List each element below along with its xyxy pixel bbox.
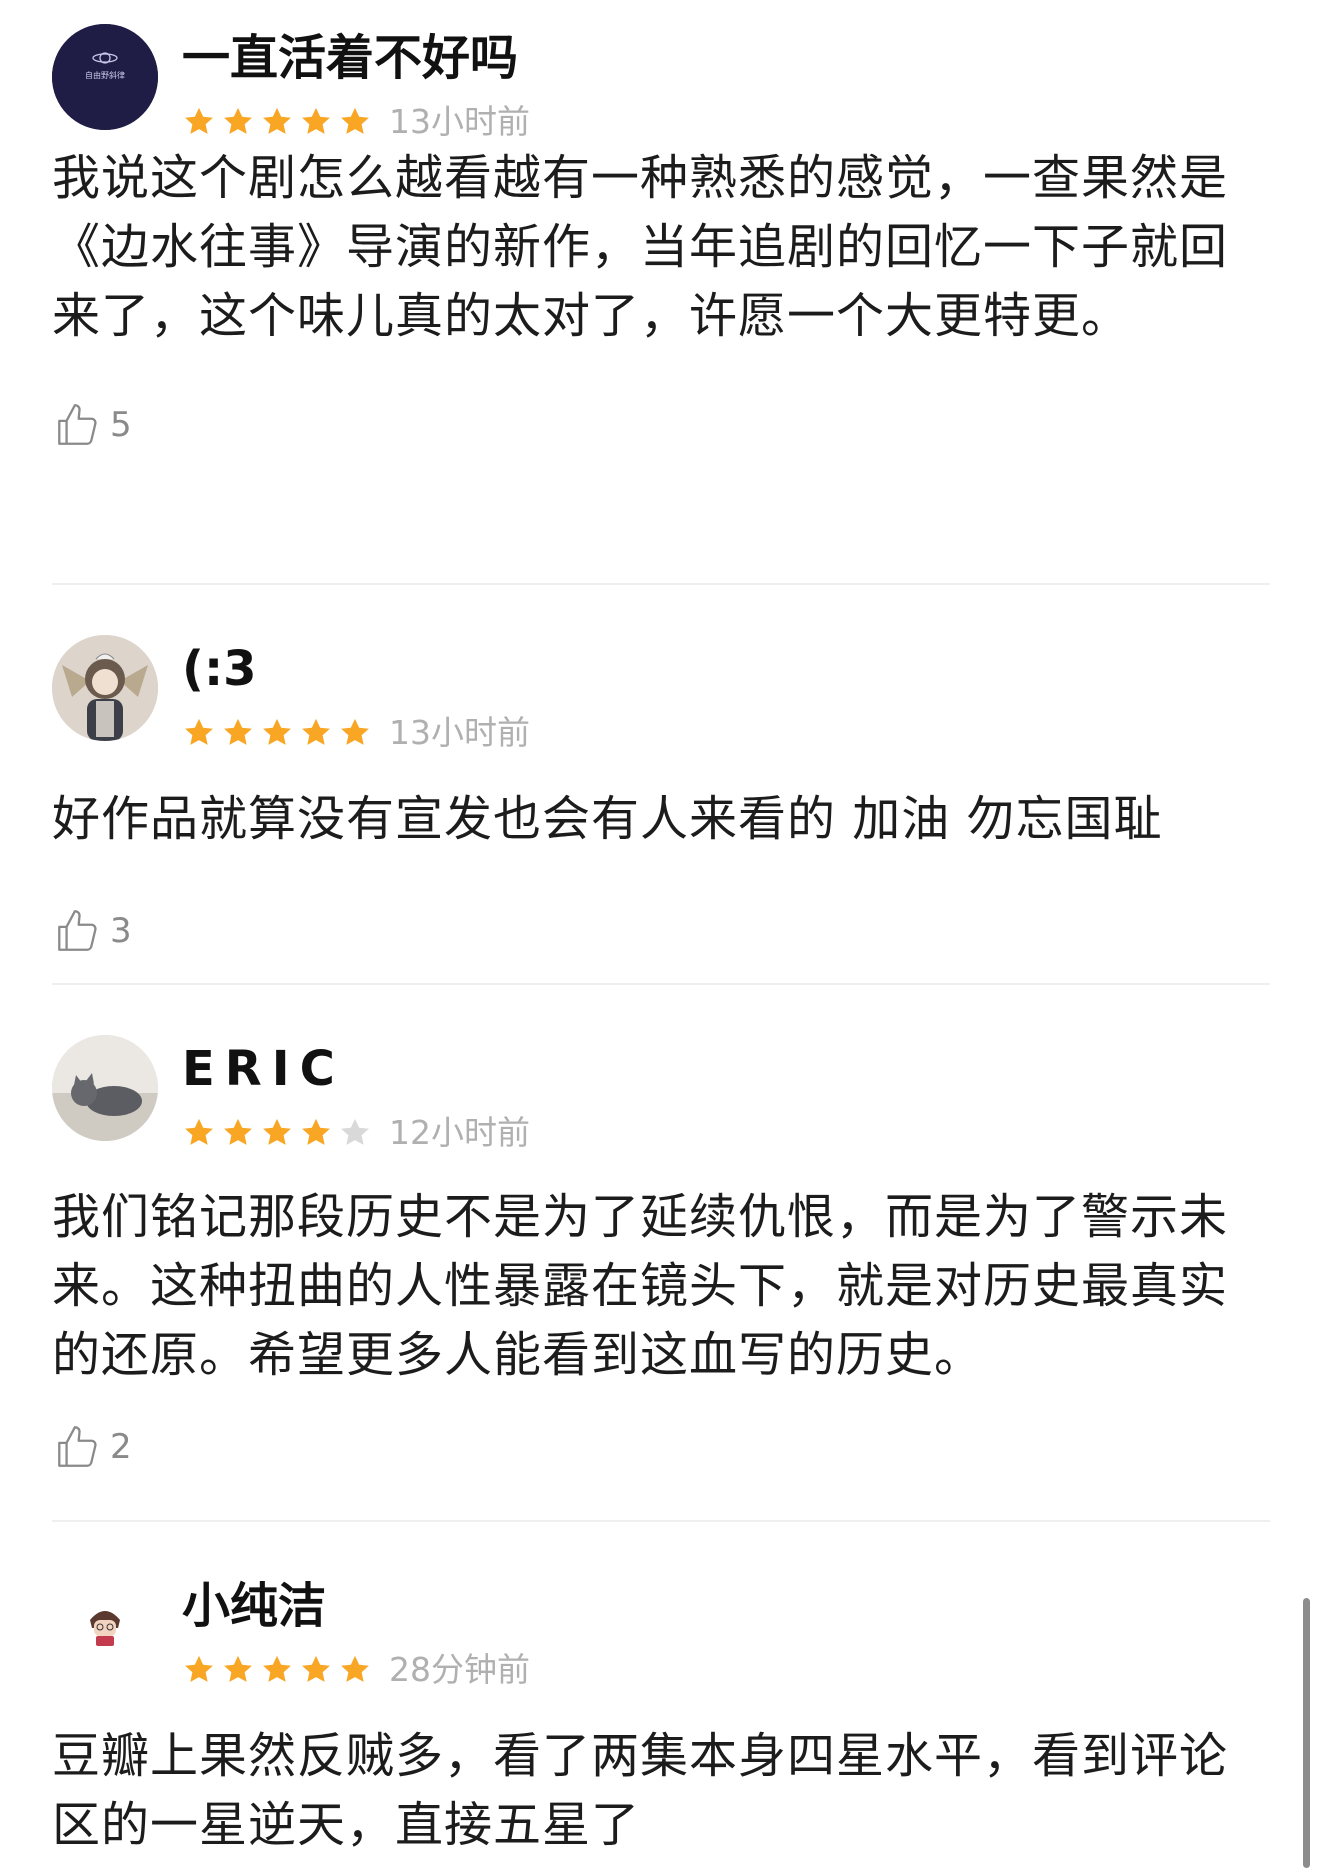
star-icon	[341, 718, 369, 745]
star-icon	[341, 1655, 369, 1682]
like-button[interactable]: 3	[52, 903, 132, 959]
like-count: 3	[110, 911, 132, 951]
star-rating	[182, 716, 377, 750]
thumbs-up-icon	[58, 404, 97, 445]
review-meta: 28分钟前	[182, 1650, 530, 1690]
divider	[52, 583, 1270, 585]
star-rating	[182, 1116, 377, 1150]
review-meta: 13小时前	[182, 102, 530, 142]
illustrated-girl-avatar-icon	[52, 635, 158, 741]
star-icon	[263, 107, 291, 134]
thumbs-up-icon	[58, 910, 97, 951]
avatar[interactable]	[52, 1572, 158, 1678]
username[interactable]: 一直活着不好吗	[182, 30, 518, 86]
username[interactable]: (:3	[182, 641, 257, 697]
star-empty-icon	[341, 1118, 369, 1145]
grey-cat-avatar-icon	[52, 1035, 158, 1141]
timestamp: 13小时前	[389, 713, 530, 752]
star-icon	[263, 718, 291, 745]
star-icon	[263, 1655, 291, 1682]
avatar[interactable]: 自由野斜律	[52, 24, 158, 130]
star-icon	[302, 1118, 330, 1145]
like-count: 2	[110, 1427, 132, 1467]
divider	[52, 1520, 1270, 1522]
avatar[interactable]	[52, 1035, 158, 1141]
scrollbar[interactable]	[1303, 1598, 1310, 1868]
timestamp: 12小时前	[389, 1113, 530, 1152]
divider	[52, 983, 1270, 985]
review-text: 好作品就算没有宣发也会有人来看的 加油 勿忘国耻	[52, 791, 1163, 847]
review-meta: 13小时前	[182, 713, 530, 753]
star-icon	[263, 1118, 291, 1145]
star-icon	[185, 718, 213, 745]
star-icon	[224, 1655, 252, 1682]
review-text: 我说这个剧怎么越看越有一种熟悉的感觉，一查果然是《边水往事》导演的新作，当年追剧…	[52, 150, 1229, 344]
username[interactable]: ERIC	[182, 1041, 345, 1097]
username[interactable]: 小纯洁	[182, 1578, 326, 1634]
star-icon	[224, 1118, 252, 1145]
star-rating	[182, 105, 377, 139]
star-icon	[302, 107, 330, 134]
avatar-text: 自由野斜律	[85, 71, 125, 80]
like-button[interactable]: 5	[52, 397, 132, 453]
review-text: 豆瓣上果然反贼多，看了两集本身四星水平，看到评论区的一星逆天，直接五星了	[52, 1728, 1229, 1853]
like-button[interactable]: 2	[52, 1419, 132, 1475]
avatar[interactable]	[52, 635, 158, 741]
anime-boy-avatar-icon	[52, 1572, 158, 1678]
star-icon	[224, 718, 252, 745]
review-meta: 12小时前	[182, 1113, 530, 1153]
star-icon	[185, 1655, 213, 1682]
star-icon	[341, 107, 369, 134]
timestamp: 28分钟前	[389, 1650, 530, 1689]
star-icon	[302, 718, 330, 745]
star-icon	[185, 1118, 213, 1145]
star-icon	[224, 107, 252, 134]
like-count: 5	[110, 405, 132, 445]
thumbs-up-icon	[58, 1426, 97, 1467]
review-text: 我们铭记那段历史不是为了延续仇恨，而是为了警示未来。这种扭曲的人性暴露在镜头下，…	[52, 1189, 1229, 1383]
timestamp: 13小时前	[389, 102, 530, 141]
star-rating	[182, 1653, 377, 1687]
star-icon	[185, 107, 213, 134]
star-icon	[302, 1655, 330, 1682]
